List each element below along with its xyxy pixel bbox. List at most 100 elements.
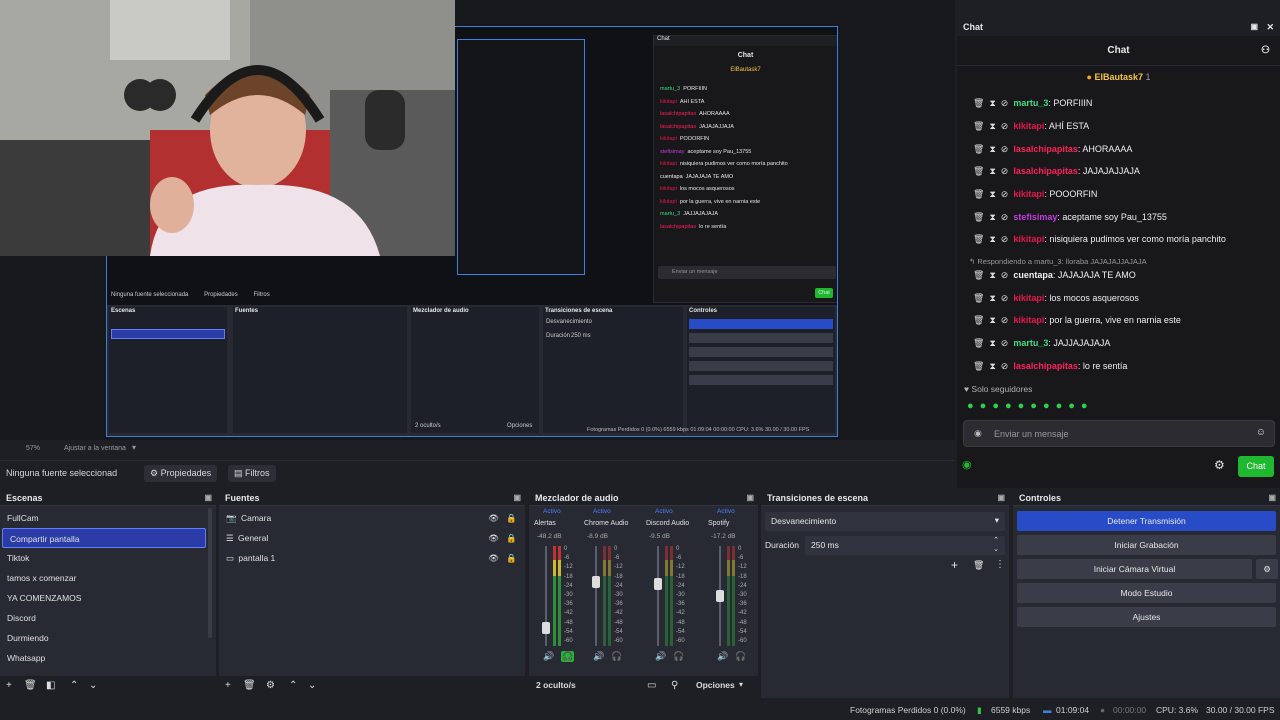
studio-mode-button[interactable]: Modo Estudio	[1017, 583, 1276, 603]
source-item[interactable]: ▭ pantalla 1 👁 🔒	[219, 548, 525, 568]
emote-icon[interactable]: ●	[1043, 400, 1050, 412]
scene-item[interactable]: tamos x comenzar	[0, 568, 216, 588]
timeout-icon[interactable]: ⧗	[989, 98, 995, 108]
chat-username[interactable]: lasalchipapitas	[1013, 144, 1078, 154]
arrow-down-icon[interactable]: ⌄	[308, 680, 316, 691]
add-icon[interactable]: +	[225, 680, 231, 691]
filters-button[interactable]: ▤ Filtros	[228, 465, 276, 482]
chat-username[interactable]: martu_3	[1013, 338, 1048, 348]
scene-item[interactable]: FullCam	[0, 508, 216, 528]
emoji-icon[interactable]: ☺	[1256, 427, 1266, 438]
ban-icon[interactable]: ⊘	[1001, 189, 1009, 199]
trash-icon[interactable]: 🗑	[973, 121, 984, 131]
ban-icon[interactable]: ⊘	[1001, 144, 1009, 154]
eye-icon[interactable]: 👁	[488, 508, 499, 528]
hidden-count[interactable]: 2 oculto/s	[536, 680, 576, 690]
ban-icon[interactable]: ⊘	[1001, 338, 1009, 348]
ban-icon[interactable]: ⊘	[1001, 166, 1009, 176]
chat-username[interactable]: cuentapa	[1013, 270, 1053, 280]
emote-icon[interactable]: ●	[967, 400, 974, 412]
start-recording-button[interactable]: Iniciar Grabación	[1017, 535, 1276, 555]
channel-name[interactable]: Discord Audio	[646, 520, 689, 527]
eye-icon[interactable]: 👁	[488, 528, 499, 548]
ban-icon[interactable]: ⊘	[1001, 361, 1009, 371]
trash-icon[interactable]: 🗑	[973, 189, 984, 199]
trash-icon[interactable]: 🗑	[973, 338, 984, 348]
chat-username[interactable]: lasalchipapitas	[1013, 361, 1078, 371]
trash-icon[interactable]: 🗑	[973, 315, 984, 325]
undock-icon[interactable]: ▣	[997, 490, 1005, 506]
bits-icon[interactable]: ◉	[974, 428, 982, 439]
volume-icon[interactable]: 🔊	[543, 651, 554, 662]
channel-name[interactable]: Chrome Audio	[584, 520, 628, 527]
link-icon[interactable]: ⚲	[671, 680, 678, 691]
add-icon[interactable]: +	[951, 558, 958, 572]
chat-message-input[interactable]: ◉ Enviar un mensaje ☺	[963, 420, 1275, 447]
trash-icon[interactable]: 🗑	[973, 98, 984, 108]
volume-icon[interactable]: 🔊	[593, 651, 604, 662]
chat-username[interactable]: kikitapi	[1013, 293, 1044, 303]
duration-spinbox[interactable]: 250 ms ⌃ ⌄	[805, 536, 1005, 555]
add-icon[interactable]: +	[6, 680, 12, 691]
ban-icon[interactable]: ⊘	[1001, 293, 1009, 303]
preview-canvas[interactable]: Chat Chat ElBautask7 martu_3 PORFIIIN kiki…	[0, 0, 955, 440]
fader-handle[interactable]	[542, 622, 550, 634]
gear-icon[interactable]: ⚙	[266, 680, 275, 691]
emote-icon[interactable]: ●	[1018, 400, 1025, 412]
chevron-down-icon[interactable]: ▾	[132, 443, 136, 452]
undock-icon[interactable]: ▣	[746, 490, 754, 506]
stop-streaming-button[interactable]: Detener Transmisión	[1017, 511, 1276, 531]
monitor-icon[interactable]: 🎧	[673, 651, 684, 662]
trash-icon[interactable]: 🗑	[973, 560, 984, 571]
fader-handle[interactable]	[716, 590, 724, 602]
timeout-icon[interactable]: ⧗	[989, 121, 995, 131]
chat-username[interactable]: kikitapi	[1013, 121, 1044, 131]
timeout-icon[interactable]: ⧗	[989, 234, 995, 244]
settings-button[interactable]: Ajustes	[1017, 607, 1276, 627]
ban-icon[interactable]: ⊘	[1001, 234, 1009, 244]
fader-track[interactable]	[657, 546, 659, 646]
arrow-up-icon[interactable]: ⌃	[289, 680, 297, 691]
emote-icon[interactable]: ●	[992, 400, 999, 412]
timeout-icon[interactable]: ⧗	[989, 338, 995, 348]
monitor-icon[interactable]: 🎧	[611, 651, 622, 662]
trash-icon[interactable]: 🗑	[973, 293, 984, 303]
ban-icon[interactable]: ⊘	[1001, 315, 1009, 325]
emote-icon[interactable]: ●	[1030, 400, 1037, 412]
trash-icon[interactable]: 🗑	[973, 144, 984, 154]
undock-icon[interactable]: ▣	[1268, 490, 1276, 506]
trash-icon[interactable]: 🗑	[973, 166, 984, 176]
chat-username[interactable]: kikitapi	[1013, 234, 1044, 244]
trash-icon[interactable]: 🗑	[243, 680, 256, 691]
gear-icon[interactable]: ⚙	[1214, 458, 1225, 472]
layout-icon[interactable]: ▭	[647, 680, 656, 691]
emote-icon[interactable]: ●	[1068, 400, 1075, 412]
timeout-icon[interactable]: ⧗	[989, 270, 995, 280]
transition-select[interactable]: Desvanecimiento ▾	[765, 512, 1005, 531]
chat-username[interactable]: stefisimay	[1013, 212, 1057, 222]
timeout-icon[interactable]: ⧗	[989, 315, 995, 325]
trash-icon[interactable]: 🗑	[24, 680, 37, 691]
gear-icon[interactable]: ⚙	[1256, 559, 1278, 579]
timeout-icon[interactable]: ⧗	[989, 361, 995, 371]
trash-icon[interactable]: 🗑	[973, 234, 984, 244]
lock-icon[interactable]: 🔒	[506, 528, 517, 548]
spin-arrows-icon[interactable]: ⌃ ⌄	[993, 536, 999, 554]
monitor-icon[interactable]: 🎧	[735, 651, 746, 662]
zoom-fit[interactable]: Ajustar a la ventana	[64, 445, 126, 452]
chat-username[interactable]: martu_3	[1013, 98, 1048, 108]
arrow-down-icon[interactable]: ⌄	[89, 680, 97, 691]
scenes-scrollbar[interactable]	[208, 508, 212, 638]
ban-icon[interactable]: ⊘	[1001, 212, 1009, 222]
timeout-icon[interactable]: ⧗	[989, 293, 995, 303]
channel-name[interactable]: Spotify	[708, 520, 729, 527]
ban-icon[interactable]: ⊘	[1001, 121, 1009, 131]
lock-icon[interactable]: 🔒	[506, 548, 517, 568]
emote-icon[interactable]: ●	[980, 400, 987, 412]
source-item[interactable]: 📷 Camara 👁 🔒	[219, 508, 525, 528]
volume-icon[interactable]: 🔊	[717, 651, 728, 662]
trash-icon[interactable]: 🗑	[973, 270, 984, 280]
properties-button[interactable]: ⚙ Propiedades	[144, 465, 218, 482]
channel-name[interactable]: Alertas	[534, 520, 556, 527]
fader-handle[interactable]	[592, 576, 600, 588]
